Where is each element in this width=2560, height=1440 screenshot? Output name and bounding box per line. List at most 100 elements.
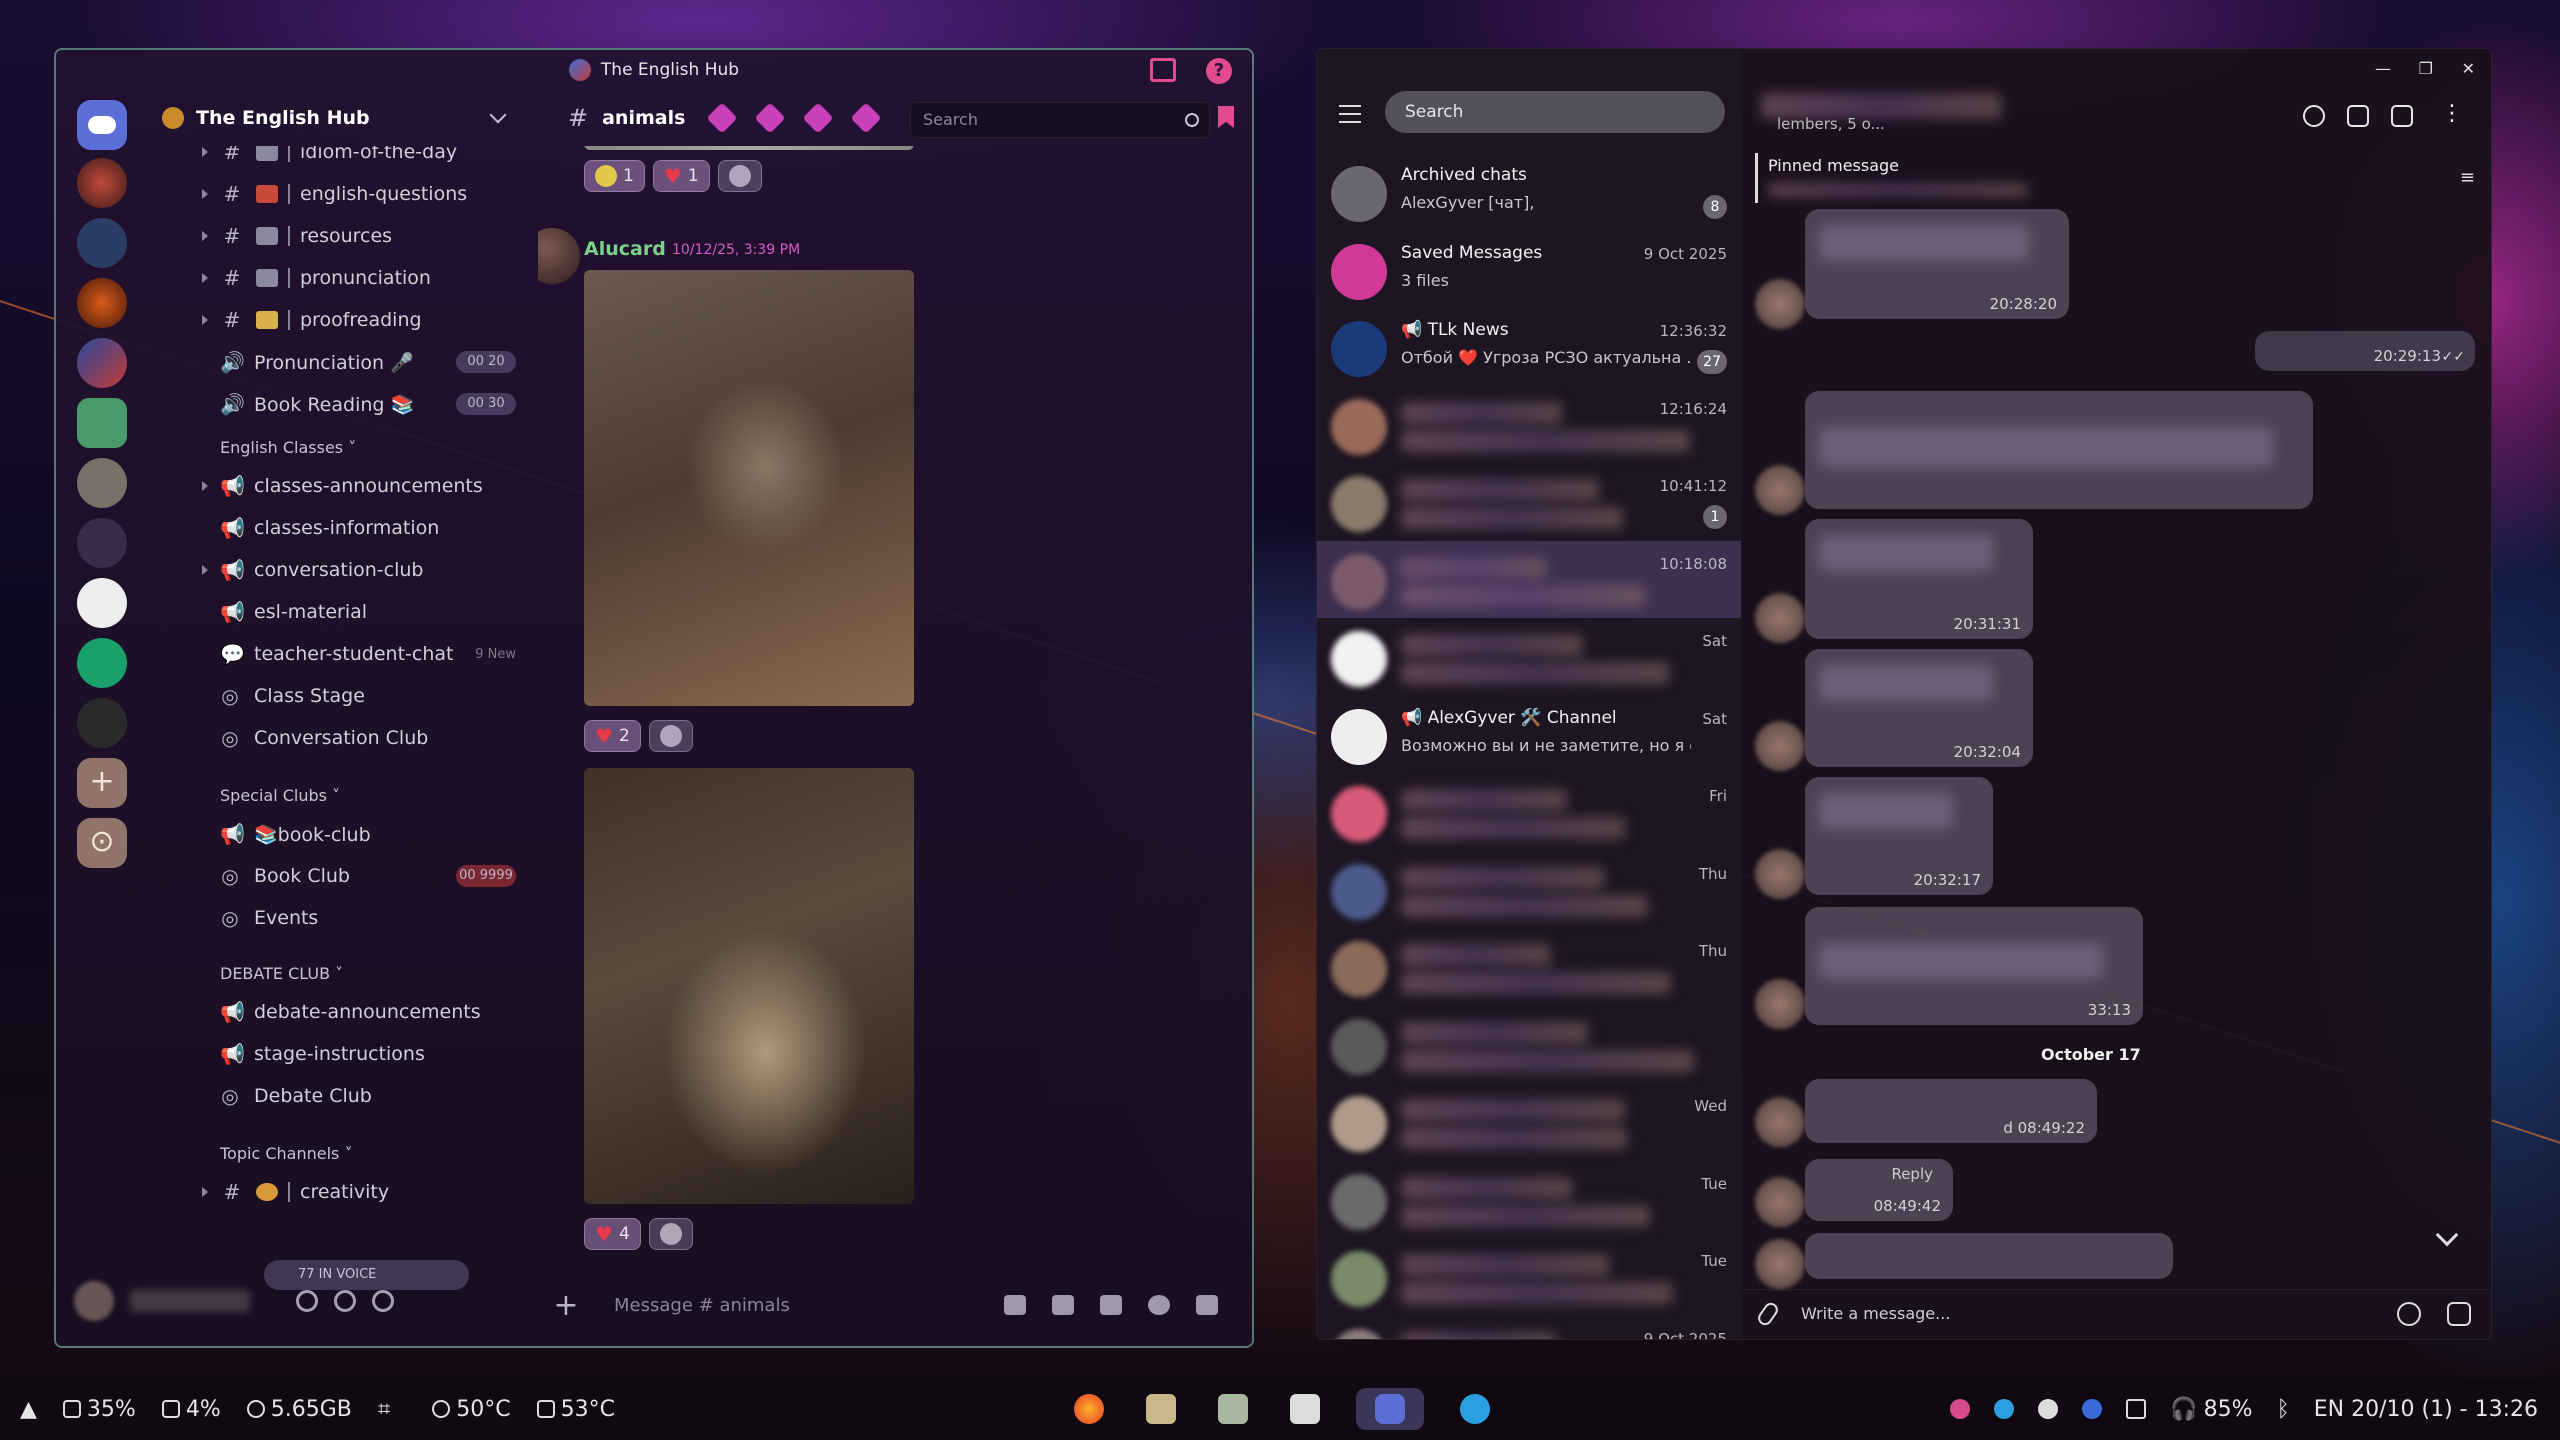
sender-avatar[interactable]: [1755, 721, 1805, 771]
channel-debate-announcements[interactable]: 📢 debate-announcements: [148, 994, 528, 1030]
server-icon-mountain[interactable]: [77, 518, 127, 568]
image-viewer-icon[interactable]: [1284, 1388, 1326, 1430]
reaction-heart[interactable]: ♥ 4: [584, 1218, 641, 1250]
voice-channel-book-reading[interactable]: 🔊 Book Reading 📚 00 30: [148, 386, 528, 422]
inbox-icon[interactable]: [1150, 58, 1176, 82]
channel-proofreading[interactable]: # proofreading: [148, 302, 528, 338]
reaction-smile[interactable]: 1: [584, 160, 645, 192]
image-attachment-previous[interactable]: [584, 146, 914, 150]
channel-pronunciation[interactable]: # pronunciation: [148, 260, 528, 296]
pinned-message-bar[interactable]: Pinned message ≡: [1755, 153, 2491, 203]
menu-icon[interactable]: [1339, 105, 1361, 123]
message-bubble[interactable]: [1805, 1233, 2173, 1279]
chat-list-item[interactable]: 10:18:08: [1317, 540, 1741, 618]
chat-list-item[interactable]: Saved Messages 3 files 9 Oct 2025: [1317, 231, 1741, 308]
chat-list-item[interactable]: Fri: [1317, 773, 1741, 850]
video-chat-icon[interactable]: [2347, 105, 2369, 127]
gif-icon[interactable]: [1052, 1295, 1074, 1315]
network-icon[interactable]: ⌗: [378, 1397, 390, 1422]
server-icon-2b[interactable]: [77, 698, 127, 748]
message-bubble[interactable]: d 08:49:22: [1805, 1079, 2097, 1143]
chat-list-item[interactable]: Tue: [1317, 1161, 1741, 1238]
channel-conversation-club[interactable]: 📢 conversation-club: [148, 552, 528, 588]
message-input[interactable]: Write a message...: [1801, 1304, 1950, 1323]
category-topic-channels[interactable]: Topic Channels ˅: [220, 1144, 352, 1163]
members-icon[interactable]: [850, 102, 882, 134]
voice-channel-pronunciation[interactable]: 🔊 Pronunciation 🎤 00 20: [148, 344, 528, 380]
microphone-icon[interactable]: [296, 1290, 318, 1312]
sender-avatar[interactable]: [1755, 1239, 1805, 1289]
server-icon-2b2t[interactable]: [77, 158, 127, 208]
add-reaction-button[interactable]: [648, 1218, 693, 1250]
message-author[interactable]: Alucard: [584, 238, 666, 260]
close-button[interactable]: ✕: [2462, 59, 2475, 78]
message-bubble[interactable]: 33:13: [1805, 907, 2143, 1025]
reaction-heart[interactable]: ♥ 2: [584, 720, 641, 752]
headphones-icon[interactable]: [334, 1290, 356, 1312]
settings-gear-icon[interactable]: [372, 1290, 394, 1312]
stage-conversation-club[interactable]: ◎ Conversation Club: [148, 720, 528, 756]
stage-book-club[interactable]: ◎ Book Club 00 9999: [148, 858, 528, 894]
tray-window-icon[interactable]: [2126, 1399, 2147, 1419]
sender-avatar[interactable]: [1755, 979, 1805, 1029]
channel-resources[interactable]: # resources: [148, 218, 528, 254]
tray-discord-icon[interactable]: [2038, 1399, 2059, 1419]
message-bubble[interactable]: 20:32:17: [1805, 777, 1993, 895]
mute-icon[interactable]: [754, 102, 786, 134]
add-reaction-button[interactable]: [648, 720, 693, 752]
server-header[interactable]: The English Hub: [148, 90, 528, 146]
chat-list-item[interactable]: 📢 TLk News Отбой ❤️ Угроза РСЗО актуальна…: [1317, 308, 1741, 385]
headphone-battery[interactable]: 🎧 85%: [2170, 1397, 2252, 1422]
category-special-clubs[interactable]: Special Clubs ˅: [220, 786, 340, 805]
discord-icon[interactable]: [1356, 1388, 1424, 1430]
channel-teacher-student-chat[interactable]: 💬 teacher-student-chat 9 New: [148, 636, 528, 672]
chat-list-item[interactable]: Thu: [1317, 851, 1741, 928]
channel-creativity[interactable]: # creativity: [148, 1174, 528, 1210]
emoji-icon[interactable]: [2397, 1302, 2421, 1326]
stage-class-stage[interactable]: ◎ Class Stage: [148, 678, 528, 714]
message-composer[interactable]: + Message # animals: [538, 1278, 1238, 1332]
arch-logo-icon[interactable]: ▲: [20, 1397, 37, 1422]
files-alt-icon[interactable]: [1212, 1388, 1254, 1430]
server-icon-tf[interactable]: [77, 578, 127, 628]
chat-list-item[interactable]: 📢 AlexGyver 🛠️ Channel Возможно вы и не з…: [1317, 696, 1741, 773]
sender-avatar[interactable]: [1755, 593, 1805, 643]
sender-avatar[interactable]: [1755, 465, 1805, 515]
sidebar-toggle-icon[interactable]: [2391, 105, 2413, 127]
chat-list-item[interactable]: 9 Oct 2025: [1317, 1316, 1741, 1339]
server-icon-hex[interactable]: [77, 398, 127, 448]
server-icon-tools[interactable]: [77, 218, 127, 268]
message-bubble[interactable]: 20:32:04: [1805, 649, 2033, 767]
chat-list-item[interactable]: Sat: [1317, 618, 1741, 695]
sender-avatar[interactable]: [1755, 279, 1805, 329]
stage-debate-club[interactable]: ◎ Debate Club: [148, 1078, 528, 1114]
clock[interactable]: EN 20/10 (1) - 13:26: [2314, 1397, 2538, 1422]
chat-list-item[interactable]: Wed: [1317, 1083, 1741, 1160]
server-icon-cat[interactable]: [77, 458, 127, 508]
upload-plus-icon[interactable]: +: [548, 1288, 584, 1323]
message-bubble[interactable]: [1805, 391, 2313, 509]
category-debate-club[interactable]: DEBATE CLUB ˅: [220, 964, 343, 983]
threads-icon[interactable]: [706, 102, 738, 134]
channel-book-club[interactable]: 📢 📚book-club: [148, 816, 528, 852]
chat-list-item[interactable]: 12:16:24: [1317, 386, 1741, 463]
search-input[interactable]: Search: [910, 102, 1210, 138]
tray-telegram-icon[interactable]: [1994, 1399, 2015, 1419]
server-icon-pumpkin[interactable]: [77, 278, 127, 328]
sender-avatar[interactable]: [1755, 849, 1805, 899]
attach-paperclip-icon[interactable]: [1755, 1300, 1781, 1328]
gift-icon[interactable]: [1004, 1295, 1026, 1315]
bluetooth-icon[interactable]: ᛒ: [2277, 1397, 2290, 1422]
image-attachment-cat-1[interactable]: [584, 270, 914, 706]
channel-classes-announcements[interactable]: 📢 classes-announcements: [148, 468, 528, 504]
telegram-icon[interactable]: [1454, 1388, 1496, 1430]
message-input[interactable]: Message # animals: [614, 1295, 790, 1316]
discord-home-icon[interactable]: [77, 100, 127, 150]
maximize-button[interactable]: ❐: [2419, 59, 2433, 78]
channel-stage-instructions[interactable]: 📢 stage-instructions: [148, 1036, 528, 1072]
user-avatar[interactable]: [74, 1281, 114, 1321]
firefox-icon[interactable]: [1068, 1388, 1110, 1430]
category-english-classes[interactable]: English Classes ˅: [220, 438, 356, 457]
server-icon-english-hub[interactable]: [77, 338, 127, 388]
pin-icon[interactable]: [802, 102, 834, 134]
